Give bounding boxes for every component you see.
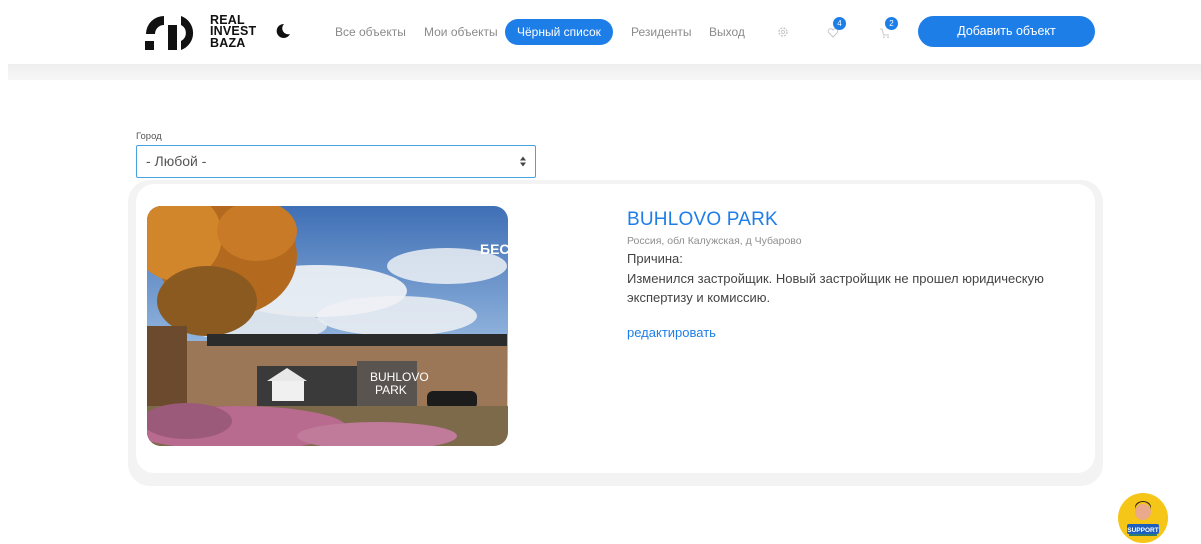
nav-logout[interactable]: Выход [709,20,745,44]
header-divider [8,64,1201,80]
select-arrows-icon [520,156,526,167]
cart-count-badge: 2 [885,17,898,30]
logo-line-3: BAZA [210,35,246,50]
gear-icon[interactable] [777,25,791,39]
moon-icon[interactable] [274,22,292,40]
reason-label: Причина: [627,251,683,266]
top-header: REAL INVEST BAZA Все объекты Мои объекты… [0,0,1201,64]
logo[interactable]: REAL INVEST BAZA [144,12,256,52]
photo-sign-line-2: PARK [375,383,407,397]
favorites-count-badge: 4 [833,17,846,30]
support-label: SUPPORT [1127,527,1158,534]
add-object-button[interactable]: Добавить объект [918,16,1095,47]
photo-corner-text: БЕС [480,241,508,257]
logo-mark-icon [144,12,202,52]
object-title[interactable]: BUHLOVO PARK [627,209,778,231]
city-filter-label: Город [136,131,162,142]
photo-sign-line-1: BUHLOVO [370,370,429,384]
city-select-value: - Любой - [146,153,207,169]
object-photo[interactable]: BUHLOVO PARK БЕС [147,206,508,446]
city-select[interactable]: - Любой - [136,145,536,178]
nav-all-objects[interactable]: Все объекты [335,20,406,44]
logo-text: REAL INVEST BAZA [210,14,256,50]
reason-text: Изменился застройщик. Новый застройщик н… [627,271,1044,305]
nav-blacklist[interactable]: Чёрный список [505,19,613,45]
edit-link[interactable]: редактировать [627,325,716,340]
nav-residents[interactable]: Резиденты [631,20,692,44]
support-widget[interactable]: SUPPORT [1117,492,1169,544]
object-address: Россия, обл Калужская, д Чубарово [627,235,802,247]
nav-my-objects[interactable]: Мои объекты [424,20,498,44]
